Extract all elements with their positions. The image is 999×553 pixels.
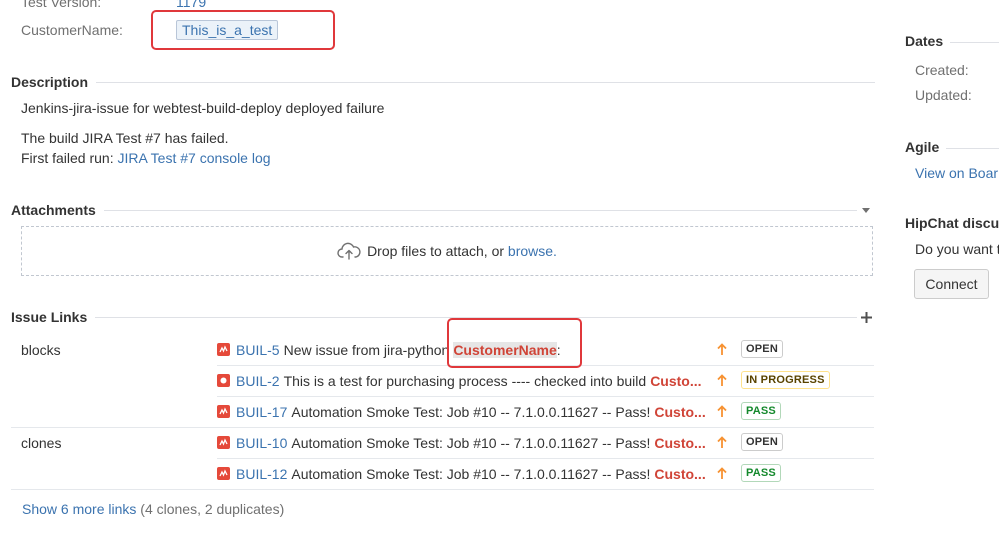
description-header: Description: [11, 74, 875, 90]
agile-title: Agile: [905, 139, 940, 155]
priority-major-icon: [715, 404, 729, 418]
blocker-icon: [217, 374, 230, 387]
issue-summary: Automation Smoke Test: Job #10 -- 7.1.0.…: [291, 434, 651, 451]
priority-major-icon: [715, 373, 729, 387]
customer-name-field-ref: Custo...: [654, 403, 706, 420]
show-more-links: Show 6 more links (4 clones, 2 duplicate…: [22, 501, 284, 517]
group-divider: [11, 489, 874, 490]
add-link-icon[interactable]: [857, 311, 875, 323]
attachment-dropzone[interactable]: Drop files to attach, or browse.: [21, 226, 873, 276]
annotation-box-customer-field: [151, 10, 335, 50]
description-line-2: The build JIRA Test #7 has failed.: [21, 130, 229, 146]
connect-button[interactable]: Connect: [914, 269, 989, 299]
dates-title: Dates: [905, 33, 944, 49]
priority-major-icon: [715, 342, 729, 356]
view-on-board-link[interactable]: View on Boar: [915, 165, 998, 181]
status-badge: PASS: [741, 402, 781, 420]
issue-summary: Automation Smoke Test: Job #10 -- 7.1.0.…: [291, 403, 651, 420]
description-line-1: Jenkins-jira-issue for webtest-build-dep…: [21, 100, 385, 116]
issue-key[interactable]: BUIL-5: [236, 342, 280, 358]
issue-key[interactable]: BUIL-17: [236, 404, 287, 420]
customer-name-field-ref: Custo...: [654, 465, 706, 482]
bug-icon: [217, 436, 230, 449]
drop-files-text: Drop files to attach, or: [367, 243, 508, 259]
agile-divider: [946, 148, 999, 149]
hipchat-title: HipChat discu: [905, 215, 999, 231]
priority-major-icon: [715, 466, 729, 480]
customer-name-field-ref: Custo...: [650, 372, 702, 389]
bug-icon: [217, 405, 230, 418]
issue-summary: New issue from jira-python: [283, 341, 450, 358]
show-more-links-button[interactable]: Show 6 more links: [22, 501, 136, 517]
test-version-label: Test Version:: [21, 0, 102, 10]
issue-link-row[interactable]: BUIL-12 Automation Smoke Test: Job #10 -…: [217, 458, 874, 489]
issue-links-title: Issue Links: [11, 309, 96, 325]
relation-clones: clones: [21, 435, 62, 451]
created-label: Created:: [915, 62, 969, 78]
issue-link-row[interactable]: BUIL-2 This is a test for purchasing pro…: [217, 365, 874, 396]
bug-icon: [217, 343, 230, 356]
console-log-link[interactable]: JIRA Test #7 console log: [117, 150, 270, 166]
cloud-upload-icon: [337, 242, 361, 260]
issue-summary: Automation Smoke Test: Job #10 -- 7.1.0.…: [291, 465, 651, 482]
annotation-box-customer-name: [447, 318, 582, 368]
status-badge: PASS: [741, 464, 781, 482]
customer-name-field-ref: Custo...: [654, 434, 706, 451]
description-line-3: First failed run: JIRA Test #7 console l…: [21, 150, 271, 166]
issue-link-row[interactable]: BUIL-10 Automation Smoke Test: Job #10 -…: [217, 427, 874, 458]
first-failed-label: First failed run:: [21, 150, 118, 166]
status-badge: IN PROGRESS: [741, 371, 830, 389]
description-divider: [96, 81, 875, 83]
issue-link-row[interactable]: BUIL-17 Automation Smoke Test: Job #10 -…: [217, 396, 874, 427]
browse-link[interactable]: browse.: [508, 243, 557, 259]
description-title: Description: [11, 74, 97, 90]
chevron-down-icon[interactable]: [857, 207, 875, 213]
test-version-value[interactable]: 1179: [176, 0, 206, 10]
attachments-divider: [103, 209, 857, 211]
attachments-header: Attachments: [11, 202, 875, 218]
issue-summary: This is a test for purchasing process --…: [283, 372, 647, 389]
status-badge: OPEN: [741, 433, 783, 451]
updated-label: Updated:: [915, 87, 972, 103]
show-more-detail: (4 clones, 2 duplicates): [136, 501, 285, 517]
issue-key[interactable]: BUIL-2: [236, 373, 280, 389]
issue-links-header: Issue Links: [11, 309, 875, 325]
relation-blocks: blocks: [21, 342, 61, 358]
dates-divider: [950, 42, 999, 43]
hipchat-text: Do you want t: [915, 241, 999, 257]
issue-key[interactable]: BUIL-10: [236, 435, 287, 451]
bug-icon: [217, 467, 230, 480]
status-badge: OPEN: [741, 340, 783, 358]
customer-name-label: CustomerName:: [21, 22, 123, 38]
priority-major-icon: [715, 435, 729, 449]
issue-key[interactable]: BUIL-12: [236, 466, 287, 482]
attachments-title: Attachments: [11, 202, 104, 218]
